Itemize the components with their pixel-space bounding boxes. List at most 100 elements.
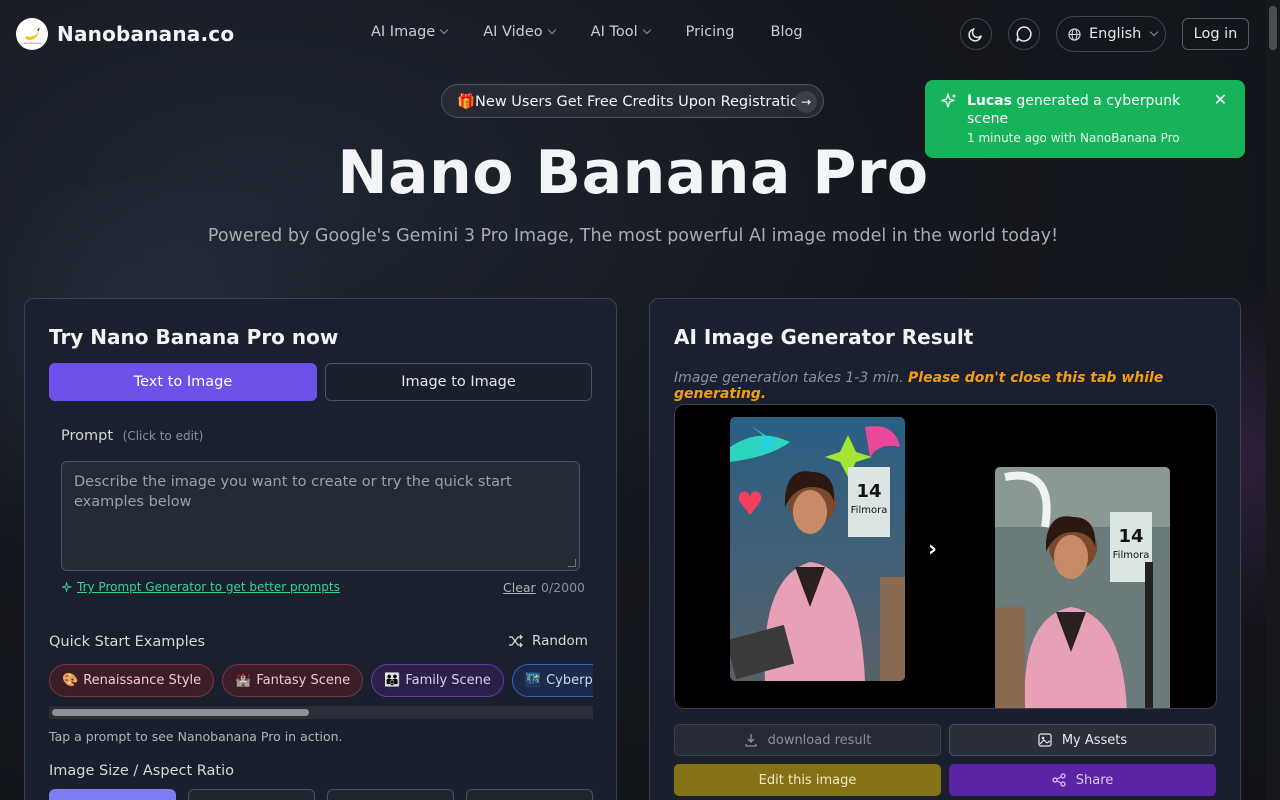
brand-logo[interactable]: nanobanana Nanobanana.co	[16, 18, 234, 50]
edit-image-button[interactable]: Edit this image	[674, 764, 941, 796]
tab-image-to-image[interactable]: Image to Image	[325, 363, 592, 401]
chips-scrollbar-thumb[interactable]	[52, 709, 309, 716]
main-nav: AI Image AI Video AI Tool Pricing Blog	[371, 24, 803, 40]
aspect-ratio-option[interactable]	[466, 789, 593, 800]
chip-fantasy-scene[interactable]: 🏰 Fantasy Scene	[222, 664, 364, 697]
hero-subtitle: Powered by Google's Gemini 3 Pro Image, …	[207, 226, 1059, 246]
promo-banner[interactable]: 🎁New Users Get Free Credits Upon Registr…	[441, 84, 824, 118]
nav-label: AI Image	[371, 24, 436, 40]
sparkle-icon	[941, 93, 957, 108]
banana-logo-icon: nanobanana	[16, 18, 48, 50]
clear-button[interactable]: Clear	[503, 580, 536, 595]
download-label: download result	[767, 732, 872, 748]
share-label: Share	[1075, 772, 1114, 788]
my-assets-label: My Assets	[1061, 732, 1128, 748]
page-scrollbar[interactable]	[1266, 0, 1280, 800]
toast-time: 1 minute ago with NanoBanana Pro	[967, 131, 1180, 145]
nav-label: AI Tool	[590, 24, 638, 40]
chip-renaissance-style[interactable]: 🎨 Renaissance Style	[49, 664, 215, 697]
palette-icon: 🎨	[62, 673, 79, 688]
chip-label: Renaissance Style	[83, 673, 202, 688]
theme-toggle-button[interactable]	[960, 18, 992, 50]
tap-hint: Tap a prompt to see Nanobanana Pro in ac…	[49, 729, 343, 744]
generator-title: Try Nano Banana Pro now	[49, 325, 339, 349]
toast-message: Lucas generated a cyberpunk scene	[967, 92, 1197, 128]
result-title: AI Image Generator Result	[674, 325, 974, 349]
prompt-placeholder: Describe the image you want to create or…	[74, 474, 512, 510]
chat-button[interactable]	[1008, 18, 1040, 50]
chevron-down-icon	[1150, 27, 1159, 37]
prompt-input[interactable]: Describe the image you want to create or…	[61, 461, 580, 571]
chat-bubble-icon	[1016, 26, 1032, 42]
chip-family-scene[interactable]: 👪 Family Scene	[371, 664, 504, 697]
quick-start-chips: 🎨 Renaissance Style 🏰 Fantasy Scene 👪 Fa…	[49, 664, 593, 698]
shuffle-icon	[509, 634, 523, 648]
random-label: Random	[532, 633, 588, 649]
nav-ai-image[interactable]: AI Image	[371, 24, 449, 40]
chip-label: Fantasy Scene	[256, 673, 351, 688]
scrollbar-thumb[interactable]	[1269, 6, 1277, 50]
share-icon	[1052, 773, 1066, 787]
login-button[interactable]: Log in	[1182, 18, 1249, 50]
chip-label: Cyberpunk City	[546, 673, 593, 688]
moon-icon	[968, 28, 982, 42]
sparkle-icon	[62, 581, 73, 593]
nav-label: Blog	[770, 24, 803, 40]
aspect-ratio-option[interactable]	[49, 789, 176, 800]
generation-note-text: Image generation takes 1-3 min.	[674, 370, 904, 386]
generator-panel: Try Nano Banana Pro now Text to Image Im…	[24, 298, 617, 800]
chip-label: Family Scene	[405, 673, 491, 688]
nav-ai-video[interactable]: AI Video	[483, 24, 556, 40]
prompt-label: Prompt (Click to edit)	[61, 428, 203, 444]
tab-text-to-image[interactable]: Text to Image	[49, 363, 317, 401]
language-selector[interactable]: English	[1056, 16, 1166, 52]
promo-text: 🎁New Users Get Free Credits Upon Registr…	[457, 93, 809, 110]
result-panel: AI Image Generator Result Image generati…	[649, 298, 1241, 800]
language-label: English	[1089, 26, 1142, 42]
share-button[interactable]: Share	[949, 764, 1216, 796]
char-counter: 0/2000	[541, 580, 585, 595]
nav-label: Pricing	[685, 24, 735, 40]
brand-name: Nanobanana.co	[57, 22, 235, 46]
generation-note: Image generation takes 1-3 min. Please d…	[674, 370, 1240, 402]
globe-icon	[1068, 27, 1081, 41]
prompt-generator-text: Try Prompt Generator to get better promp…	[77, 580, 340, 594]
my-assets-button[interactable]: My Assets	[949, 724, 1216, 756]
resize-handle[interactable]	[568, 559, 576, 567]
size-label: Image Size / Aspect Ratio	[49, 763, 234, 779]
download-button[interactable]: download result	[674, 724, 941, 756]
chevron-down-icon	[547, 25, 556, 35]
source-image: 14 Filmora	[730, 417, 905, 681]
svg-text:Filmora: Filmora	[851, 505, 888, 516]
chevron-down-icon	[439, 25, 449, 35]
svg-text:14: 14	[1118, 526, 1143, 547]
svg-text:nanobanana: nanobanana	[23, 41, 42, 45]
result-image[interactable]: 14 Filmora	[995, 467, 1170, 708]
result-preview: 14 Filmora › 14 Filmora	[674, 404, 1217, 709]
svg-text:Filmora: Filmora	[1113, 550, 1150, 561]
prompt-generator-link[interactable]: Try Prompt Generator to get better promp…	[62, 580, 340, 594]
chips-scrollbar[interactable]	[49, 706, 593, 719]
site-header: nanobanana Nanobanana.co AI Image AI Vid…	[0, 0, 1280, 68]
night-city-icon: 🌃	[524, 673, 542, 688]
quick-start-label: Quick Start Examples	[49, 634, 206, 650]
random-button[interactable]: Random	[508, 633, 588, 649]
arrow-right-icon: →	[795, 91, 817, 113]
prompt-label-text: Prompt	[61, 428, 114, 444]
castle-icon: 🏰	[235, 673, 252, 688]
chip-cyberpunk-city[interactable]: 🌃 Cyberpunk City	[511, 664, 593, 697]
svg-text:14: 14	[856, 481, 881, 502]
image-icon	[1038, 733, 1052, 747]
aspect-ratio-option[interactable]	[327, 789, 454, 800]
family-icon: 👪	[384, 673, 401, 688]
close-icon[interactable]: ✕	[1214, 90, 1227, 109]
chevron-down-icon	[642, 25, 651, 35]
nav-ai-tool[interactable]: AI Tool	[590, 24, 651, 40]
activity-toast: Lucas generated a cyberpunk scene 1 minu…	[925, 80, 1245, 158]
nav-pricing[interactable]: Pricing	[686, 24, 735, 40]
aspect-ratio-option[interactable]	[188, 789, 315, 800]
arrow-right-icon: ›	[928, 537, 938, 562]
nav-blog[interactable]: Blog	[771, 24, 803, 40]
prompt-hint: (Click to edit)	[122, 429, 204, 443]
toast-user: Lucas	[967, 93, 1012, 109]
